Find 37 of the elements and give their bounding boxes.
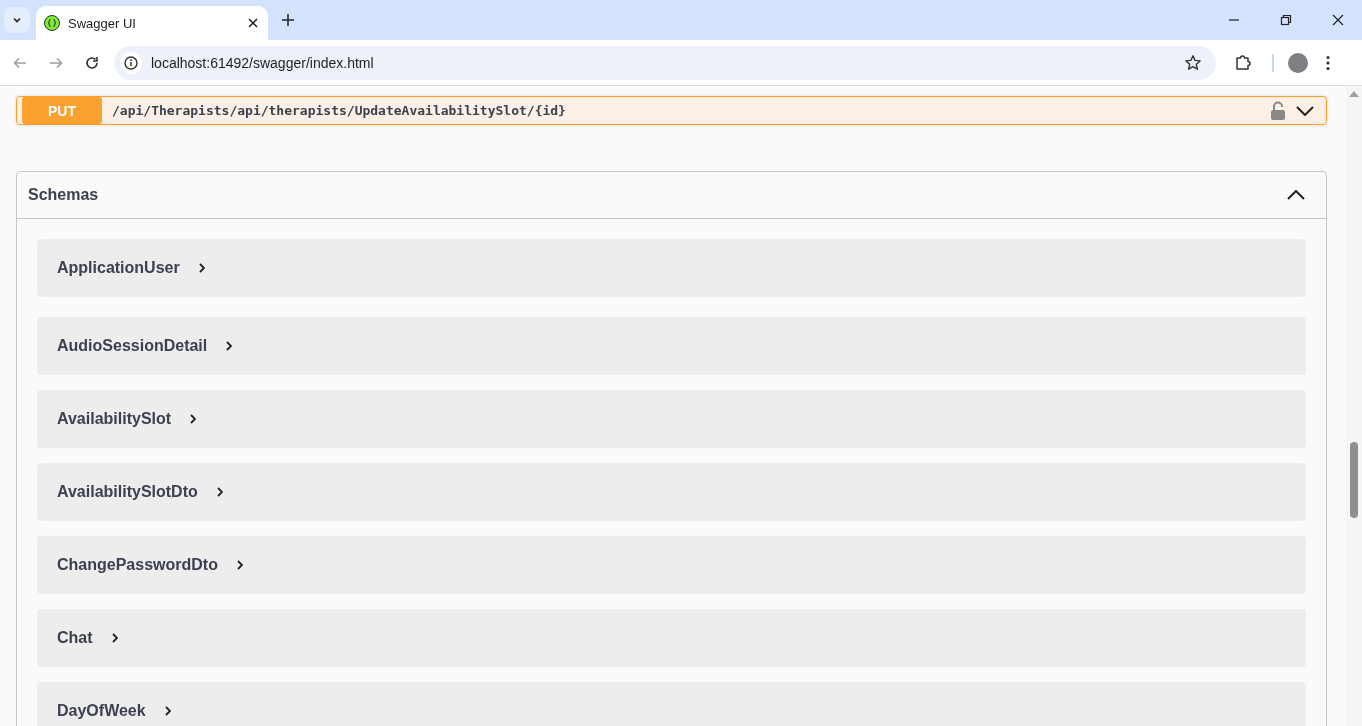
close-icon[interactable] bbox=[248, 18, 258, 28]
restore-icon[interactable] bbox=[1280, 14, 1292, 26]
schema-item[interactable]: DayOfWeek bbox=[37, 682, 1306, 726]
reload-icon[interactable] bbox=[84, 54, 100, 71]
schema-item[interactable]: AvailabilitySlotDto bbox=[37, 463, 1306, 521]
schema-item[interactable]: ApplicationUser bbox=[37, 239, 1306, 297]
chevron-right-icon bbox=[226, 341, 233, 351]
puzzle-icon[interactable] bbox=[1234, 53, 1252, 72]
browser-tab[interactable]: Swagger UI bbox=[36, 6, 268, 40]
schema-item[interactable]: ChangePasswordDto bbox=[37, 536, 1306, 594]
schemas-title: Schemas bbox=[28, 186, 99, 204]
chevron-right-icon bbox=[216, 487, 223, 497]
menu-icon[interactable] bbox=[1326, 54, 1330, 71]
star-icon[interactable] bbox=[1184, 53, 1202, 72]
endpoint-path: /api/Therapists/api/therapists/UpdateAvailabilitySlot/{id} bbox=[112, 103, 567, 118]
chevron-up-icon[interactable] bbox=[1287, 190, 1305, 200]
address-bar[interactable]: localhost:61492/swagger/index.html bbox=[114, 45, 1216, 80]
schema-item[interactable]: AvailabilitySlot bbox=[37, 390, 1306, 448]
put-method-badge: PUT bbox=[22, 97, 102, 124]
swagger-logo-icon bbox=[44, 15, 60, 31]
chevron-right-icon bbox=[236, 560, 243, 570]
chevron-right-icon bbox=[198, 263, 205, 273]
padlock-icon[interactable] bbox=[1270, 100, 1286, 121]
chevron-down-icon[interactable] bbox=[1296, 105, 1314, 116]
chevron-right-icon bbox=[111, 633, 118, 643]
schema-item[interactable]: Chat bbox=[37, 609, 1306, 667]
schema-item[interactable]: AudioSessionDetail bbox=[37, 317, 1306, 375]
url-text: localhost:61492/swagger/index.html bbox=[151, 54, 375, 71]
tab-title: Swagger UI bbox=[68, 15, 137, 31]
close-icon[interactable] bbox=[1332, 14, 1344, 26]
new-tab-icon[interactable] bbox=[282, 14, 294, 26]
operation-row[interactable]: PUT /api/Therapists/api/therapists/UpdateAvailabilitySlot/{id} bbox=[16, 96, 1327, 125]
profile-avatar[interactable] bbox=[1288, 52, 1308, 73]
chevron-right-icon bbox=[190, 414, 197, 424]
scrollbar-thumb[interactable] bbox=[1350, 442, 1358, 518]
chevron-right-icon bbox=[164, 706, 171, 716]
info-icon[interactable] bbox=[120, 51, 142, 74]
